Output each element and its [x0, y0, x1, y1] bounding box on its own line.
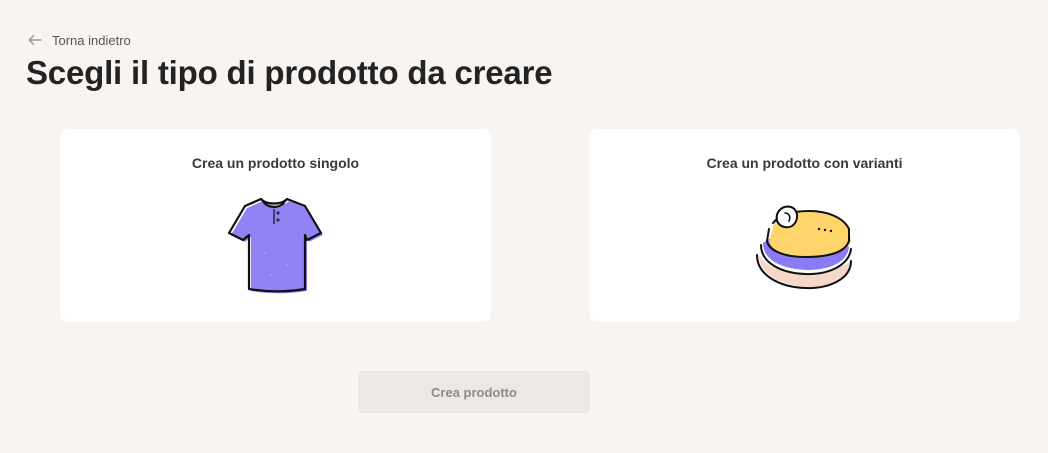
page-title: Scegli il tipo di prodotto da creare	[26, 54, 553, 91]
variants-product-card[interactable]: Crea un prodotto con varianti	[589, 129, 1020, 322]
folded-clothes-icon	[747, 199, 863, 299]
variants-product-title: Crea un prodotto con varianti	[706, 155, 903, 171]
arrow-left-icon	[27, 32, 43, 48]
back-link[interactable]: Torna indietro	[27, 32, 131, 48]
tshirt-icon	[221, 193, 331, 303]
create-product-button[interactable]: Crea prodotto	[358, 371, 590, 413]
single-product-title: Crea un prodotto singolo	[191, 155, 360, 171]
back-link-label: Torna indietro	[52, 32, 131, 48]
single-product-card[interactable]: Crea un prodotto singolo	[60, 129, 491, 322]
